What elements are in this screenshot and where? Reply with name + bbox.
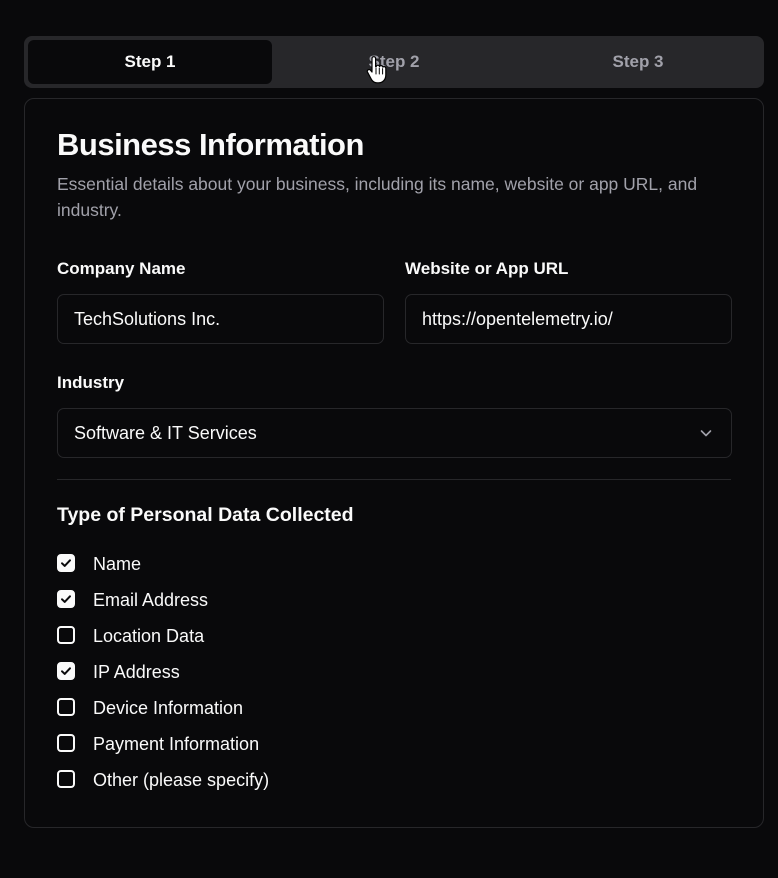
checkbox-label: Location Data (93, 626, 205, 646)
checkbox-label: Email Address (93, 590, 209, 610)
tab-step-1[interactable]: Step 1 (28, 40, 272, 84)
checkbox-item-name[interactable]: Name (57, 552, 269, 588)
page-description: Essential details about your business, i… (57, 174, 698, 220)
industry-select[interactable]: Software & IT Services (57, 408, 732, 458)
checkbox[interactable] (57, 554, 75, 572)
company-name-value: TechSolutions Inc. (74, 308, 221, 329)
checkbox-label: Device Information (93, 698, 244, 718)
checkbox[interactable] (57, 698, 75, 716)
checkbox[interactable] (57, 770, 75, 788)
checkbox[interactable] (57, 626, 75, 644)
tab-step-1-label: Step 1 (124, 52, 176, 71)
chevron-down-icon (700, 430, 712, 437)
checkbox-label: Other (please specify) (93, 770, 270, 790)
checkbox-item-location-data[interactable]: Location Data (57, 624, 269, 660)
personal-data-title: Type of Personal Data Collected (57, 504, 354, 526)
section-divider (57, 479, 731, 480)
website-url-input[interactable]: https://opentelemetry.io/ (405, 294, 732, 344)
checkmark-icon (61, 667, 71, 675)
checkbox-label: Name (93, 554, 142, 574)
step-tabs: Step 1 Step 2 Step 3 (24, 36, 764, 88)
checkbox-label: IP Address (93, 662, 180, 682)
industry-value: Software & IT Services (74, 422, 257, 443)
checkbox[interactable] (57, 590, 75, 608)
checkbox-item-ip-address[interactable]: IP Address (57, 660, 269, 696)
page-title: Business Information (57, 127, 364, 162)
hand-pointer-icon (366, 56, 387, 84)
checkbox-label: Payment Information (93, 734, 260, 754)
checkbox[interactable] (57, 734, 75, 752)
checkbox-item-email-address[interactable]: Email Address (57, 588, 269, 624)
website-url-value: https://opentelemetry.io/ (422, 308, 613, 329)
tab-step-3[interactable]: Step 3 (516, 40, 760, 84)
checkbox-item-device-information[interactable]: Device Information (57, 696, 269, 732)
checkbox[interactable] (57, 662, 75, 680)
business-info-card: Business Information Essential details a… (24, 98, 764, 828)
checkbox-item-payment-information[interactable]: Payment Information (57, 732, 269, 768)
industry-label: Industry (57, 373, 125, 392)
tab-step-3-label: Step 3 (612, 52, 664, 71)
checkmark-icon (61, 595, 71, 603)
website-url-label: Website or App URL (405, 259, 569, 278)
company-name-label: Company Name (57, 259, 186, 278)
tab-step-2[interactable]: Step 2 (272, 40, 516, 84)
company-name-input[interactable]: TechSolutions Inc. (57, 294, 384, 344)
checkbox-item-other[interactable]: Other (please specify) (57, 768, 269, 804)
checkmark-icon (61, 559, 71, 567)
personal-data-checklist: Name Email Address Location Data IP Addr… (57, 552, 269, 804)
